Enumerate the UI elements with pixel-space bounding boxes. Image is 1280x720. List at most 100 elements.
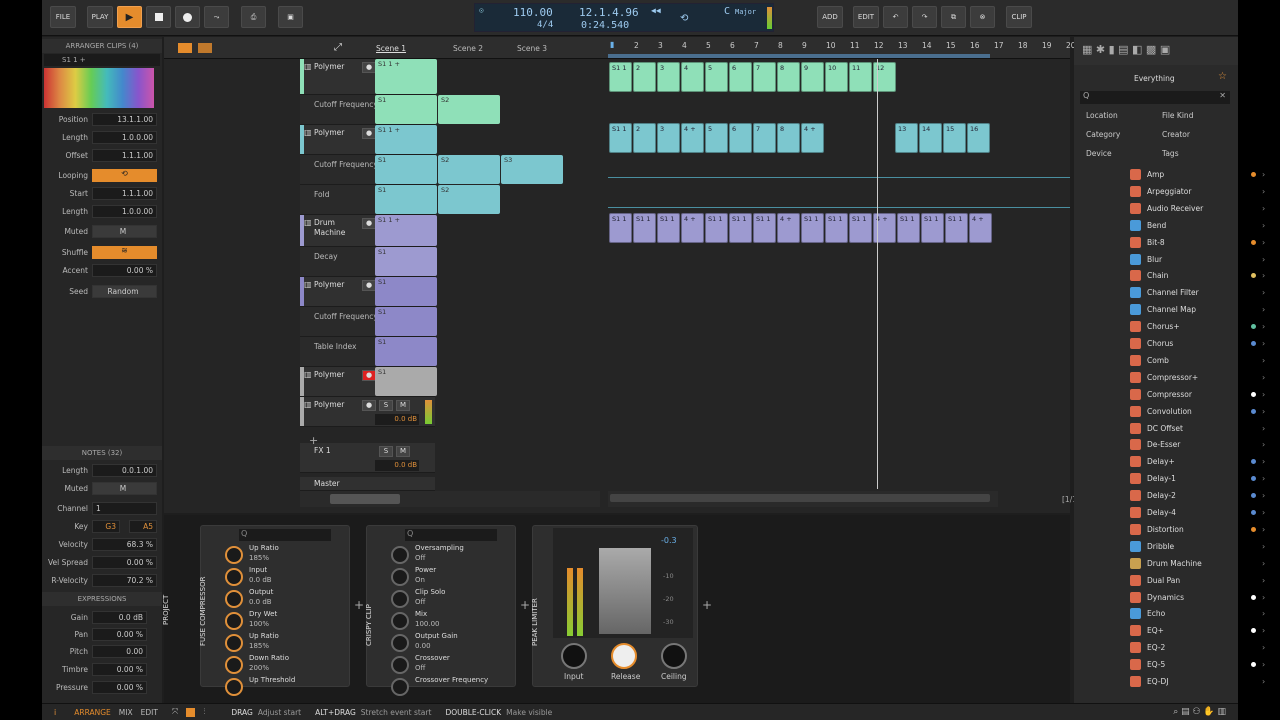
param-knob[interactable]: [391, 546, 409, 564]
add-device-icon[interactable]: +: [354, 598, 364, 612]
browser-item[interactable]: Compressor ›: [1126, 386, 1270, 403]
chevron-right-icon[interactable]: ›: [1262, 660, 1270, 669]
stop-button[interactable]: [146, 6, 171, 28]
param-knob[interactable]: [391, 612, 409, 630]
arrange-tab[interactable]: ARRANGE: [74, 708, 111, 717]
param-knob[interactable]: [225, 612, 243, 630]
arranger-clip[interactable]: S1 1: [897, 213, 920, 243]
mute-button[interactable]: M: [396, 446, 410, 457]
arranger-clip[interactable]: S1 1: [801, 213, 824, 243]
track-name[interactable]: Drum: [314, 218, 335, 227]
automation-write-button[interactable]: ⤳: [204, 6, 229, 28]
browser-item[interactable]: Audio Receiver ›: [1126, 200, 1270, 217]
browser-item[interactable]: Delay+ ›: [1126, 453, 1270, 470]
master-track-name[interactable]: Master: [314, 479, 340, 488]
key-to-field[interactable]: A5: [129, 520, 157, 533]
copy-button[interactable]: ⧉: [941, 6, 966, 28]
redo-button[interactable]: ↷: [912, 6, 937, 28]
expand-icon[interactable]: ⤢: [334, 42, 342, 53]
arranger-clip[interactable]: 8: [777, 62, 800, 92]
arranger-clip[interactable]: S1 1: [729, 213, 752, 243]
browser-search-input[interactable]: Q ✕: [1080, 91, 1230, 104]
chevron-right-icon[interactable]: ›: [1262, 491, 1270, 500]
loop-start-marker[interactable]: ▮: [610, 40, 614, 49]
browser-filter[interactable]: Category: [1086, 130, 1120, 139]
chevron-right-icon[interactable]: ›: [1262, 643, 1270, 652]
browser-item[interactable]: Arpeggiator ›: [1126, 183, 1270, 200]
chevron-right-icon[interactable]: ›: [1262, 626, 1270, 635]
arranger-clip[interactable]: S1 1: [753, 213, 776, 243]
chevron-right-icon[interactable]: ›: [1262, 204, 1270, 213]
time-display[interactable]: 0:24.540: [581, 20, 629, 31]
launcher-clip[interactable]: S1 1 +: [375, 125, 437, 154]
browser-item[interactable]: EQ-5 ›: [1126, 656, 1270, 673]
arranger-clip[interactable]: S1 1: [609, 123, 632, 153]
browser-item[interactable]: Bend ›: [1126, 217, 1270, 234]
arranger-clip[interactable]: S1 1: [657, 213, 680, 243]
color-palette[interactable]: [44, 68, 154, 108]
key-from-field[interactable]: G3: [92, 520, 120, 533]
param-knob[interactable]: [225, 546, 243, 564]
launcher-clip[interactable]: S1 1 +: [375, 215, 437, 246]
panel-toggle-icon[interactable]: [186, 707, 196, 717]
browser-filter[interactable]: Creator: [1162, 130, 1190, 139]
launcher-clip[interactable]: S2: [438, 155, 500, 184]
browser-item[interactable]: De-Esser ›: [1126, 436, 1270, 453]
browser-item[interactable]: Distortion ›: [1126, 521, 1270, 538]
track-name[interactable]: Polymer: [314, 370, 344, 379]
shuffle-toggle[interactable]: ≋: [92, 246, 157, 259]
launcher-clip[interactable]: S2: [438, 185, 500, 214]
add-device-icon-2[interactable]: +: [520, 598, 530, 612]
accent-field[interactable]: 0.00 %: [92, 264, 157, 277]
browser-tabs[interactable]: ▦ ✱ ▮ ▤ ◧ ▩ ▣: [1074, 37, 1238, 65]
browser-item[interactable]: Dual Pan ›: [1126, 572, 1270, 589]
mixer-icon[interactable]: ⫶: [203, 707, 205, 717]
browser-item[interactable]: Delay-1 ›: [1126, 470, 1270, 487]
record-arm-button[interactable]: ●: [362, 218, 376, 229]
browser-item[interactable]: Dribble ›: [1126, 538, 1270, 555]
rewind-icon[interactable]: ◀◀: [651, 6, 661, 15]
arranger-clip[interactable]: S1 1: [633, 213, 656, 243]
note-length-field[interactable]: 0.0.1.00: [92, 464, 157, 477]
scene-2[interactable]: Scene 2: [453, 44, 483, 53]
record-arm-button[interactable]: ●: [362, 62, 376, 73]
arranger-clip[interactable]: 2: [633, 123, 656, 153]
chevron-right-icon[interactable]: ›: [1262, 288, 1270, 297]
automation-line[interactable]: [608, 207, 1070, 208]
channel-field[interactable]: 1: [92, 502, 157, 515]
mix-tab[interactable]: MIX: [119, 708, 133, 717]
arranger-clip[interactable]: 16: [967, 123, 990, 153]
chevron-right-icon[interactable]: ›: [1262, 390, 1270, 399]
arranger-clip[interactable]: 5: [705, 123, 728, 153]
arranger-clip[interactable]: 15: [943, 123, 966, 153]
track-view-icon[interactable]: [178, 43, 192, 53]
browser-filter[interactable]: Tags: [1162, 149, 1179, 158]
vel-spread-field[interactable]: 0.00 %: [92, 556, 157, 569]
chevron-right-icon[interactable]: ›: [1262, 525, 1270, 534]
arranger-clip[interactable]: S1 1: [921, 213, 944, 243]
track-name[interactable]: Polymer: [314, 62, 344, 71]
chevron-right-icon[interactable]: ›: [1262, 440, 1270, 449]
arranger-clip[interactable]: 4 +: [681, 123, 704, 153]
arranger-clip[interactable]: 4: [681, 62, 704, 92]
fx-track[interactable]: FX 1 S M 0.0 dB: [300, 443, 435, 473]
favorite-star-icon[interactable]: ☆: [1218, 71, 1227, 82]
browser-filter[interactable]: Location: [1086, 111, 1118, 120]
chevron-right-icon[interactable]: ›: [1262, 457, 1270, 466]
arranger-clip[interactable]: 4 +: [801, 123, 824, 153]
timbre-field[interactable]: 0.00 %: [92, 663, 147, 676]
position-display[interactable]: 12.1.4.96: [579, 6, 639, 19]
chevron-right-icon[interactable]: ›: [1262, 407, 1270, 416]
param-knob[interactable]: [391, 678, 409, 696]
gain-field[interactable]: 0.0 dB: [92, 611, 147, 624]
lane-view-icon[interactable]: [198, 43, 212, 53]
record-arm-button[interactable]: ●: [362, 400, 376, 411]
chevron-right-icon[interactable]: ›: [1262, 271, 1270, 280]
arranger-clip[interactable]: 9: [801, 62, 824, 92]
browser-item[interactable]: Blur ›: [1126, 251, 1270, 268]
play-button[interactable]: ▶: [117, 6, 142, 28]
r-velocity-field[interactable]: 70.2 %: [92, 574, 157, 587]
browser-item[interactable]: Convolution ›: [1126, 403, 1270, 420]
param-knob[interactable]: [391, 590, 409, 608]
print-button[interactable]: ⎙: [241, 6, 266, 28]
